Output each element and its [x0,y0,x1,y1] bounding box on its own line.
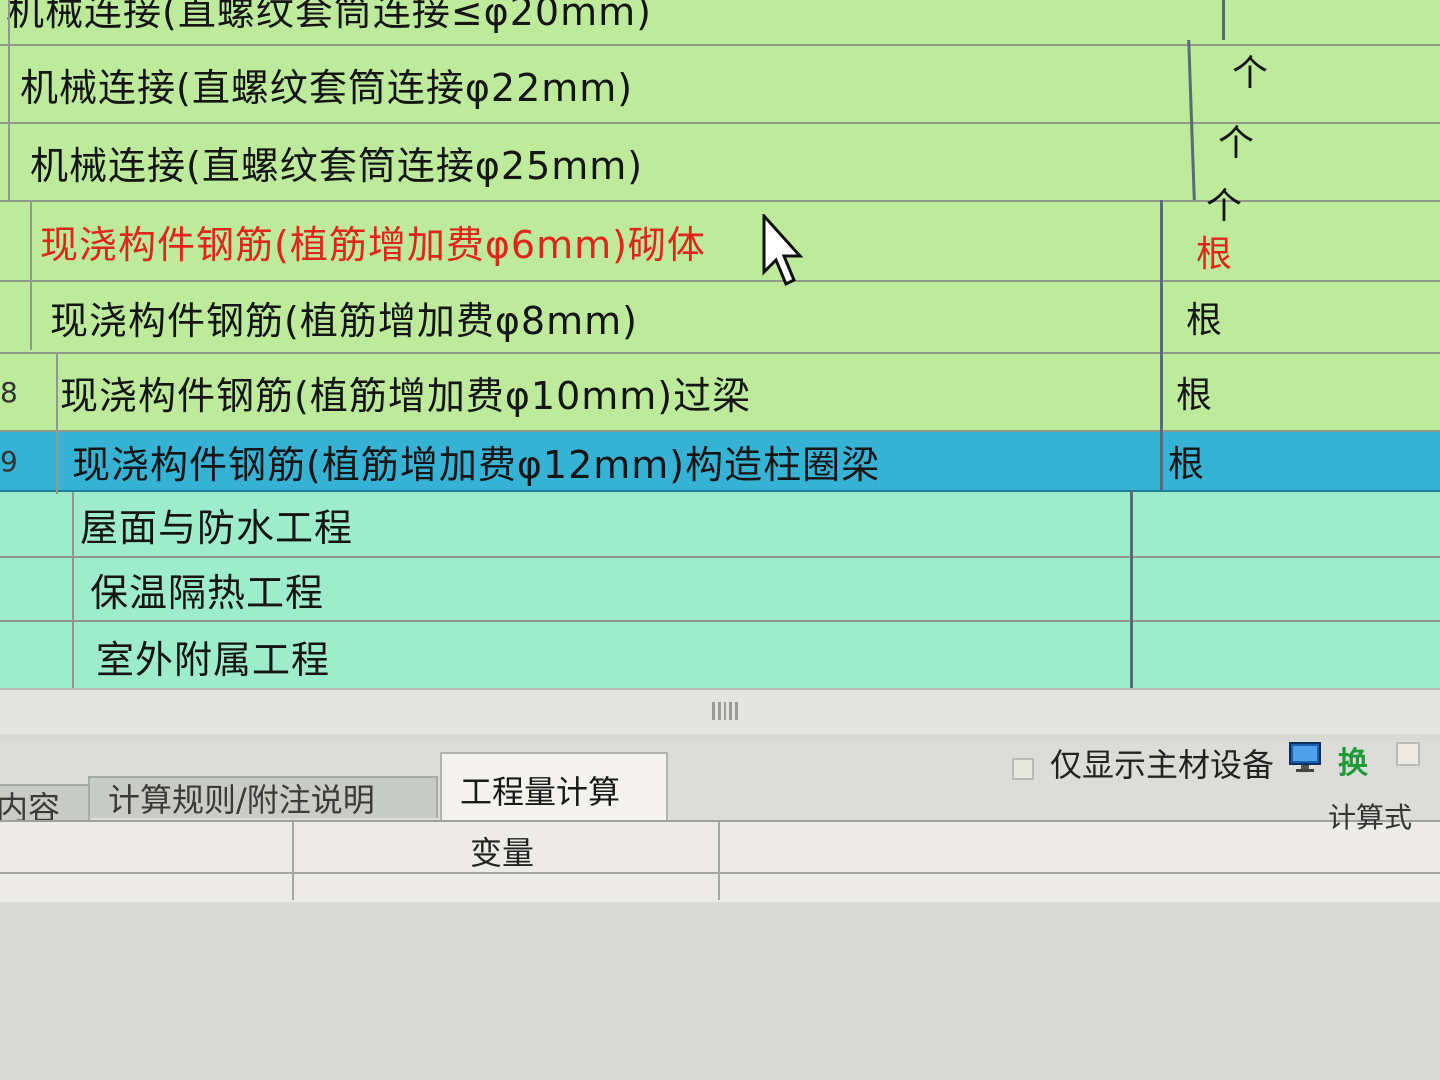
item-name: 室外附属工程 [96,637,331,682]
item-name: 现浇构件钢筋(植筋增加费φ6mm)砌体 [40,222,706,267]
swap-icon[interactable]: 换 [1338,738,1368,782]
monitor-icon[interactable] [1288,740,1322,774]
table-row[interactable]: 现浇构件钢筋(植筋增加费φ6mm)砌体 个 根 [0,186,1440,282]
column-header-variable: 变量 [470,834,535,872]
column-divider [1130,490,1133,690]
item-name: 现浇构件钢筋(植筋增加费φ8mm) [50,298,638,343]
table-row[interactable]: 室外附属工程 [0,622,1440,690]
row-header-divider [30,200,32,350]
variable-table-header [0,820,1440,874]
row-header-divider [8,0,10,200]
row-header-divider [72,492,74,690]
splitter-grip-icon[interactable] [712,700,738,722]
main-material-only-label: 仅显示主材设备 [1050,746,1275,784]
column-divider [1160,200,1163,490]
option-checkbox[interactable] [1396,742,1420,766]
quota-grid: 机械连接(直螺纹套筒连接≤φ20mm) 机械连接(直螺纹套筒连接φ22mm) 个… [0,0,1440,690]
item-name: 保温隔热工程 [90,570,325,615]
item-unit: 根 [1186,300,1223,341]
item-unit: 根 [1168,444,1205,485]
item-name: 机械连接(直螺纹套筒连接≤φ20mm) [6,0,652,34]
table-row[interactable]: 保温隔热工程 [0,558,1440,622]
item-unit: 根 [1176,375,1213,416]
table-row[interactable]: 现浇构件钢筋(植筋增加费φ8mm) 根 [0,282,1440,354]
tab-calculation-rules[interactable]: 计算规则/附注说明 [88,776,438,819]
row-number: 9 [0,444,18,478]
item-name: 现浇构件钢筋(植筋增加费φ10mm)过梁 [60,373,752,418]
column-divider [718,822,720,900]
item-name: 机械连接(直螺纹套筒连接φ22mm) [20,65,634,110]
mouse-pointer-icon [762,214,804,287]
column-header-formula: 计算式 [1328,801,1413,834]
tab-quantity-calculation[interactable]: 工程量计算 [440,752,668,826]
column-divider [1222,0,1225,40]
table-row[interactable]: 8 现浇构件钢筋(植筋增加费φ10mm)过梁 根 [0,354,1440,432]
item-name: 现浇构件钢筋(植筋增加费φ12mm)构造柱圈梁 [72,442,881,487]
row-number: 8 [0,375,18,409]
table-row[interactable]: 屋面与防水工程 [0,492,1440,558]
table-row-selected[interactable]: 9 现浇构件钢筋(植筋增加费φ12mm)构造柱圈梁 根 [0,432,1440,492]
item-name: 机械连接(直螺纹套筒连接φ25mm) [30,143,644,188]
main-material-only-checkbox[interactable] [1012,758,1034,780]
item-name: 屋面与防水工程 [80,505,354,550]
column-divider [292,822,294,900]
empty-panel-area [0,902,1440,1080]
row-header-divider [56,354,58,494]
item-unit: 个 [1232,53,1269,94]
item-unit: 根 [1196,234,1233,275]
